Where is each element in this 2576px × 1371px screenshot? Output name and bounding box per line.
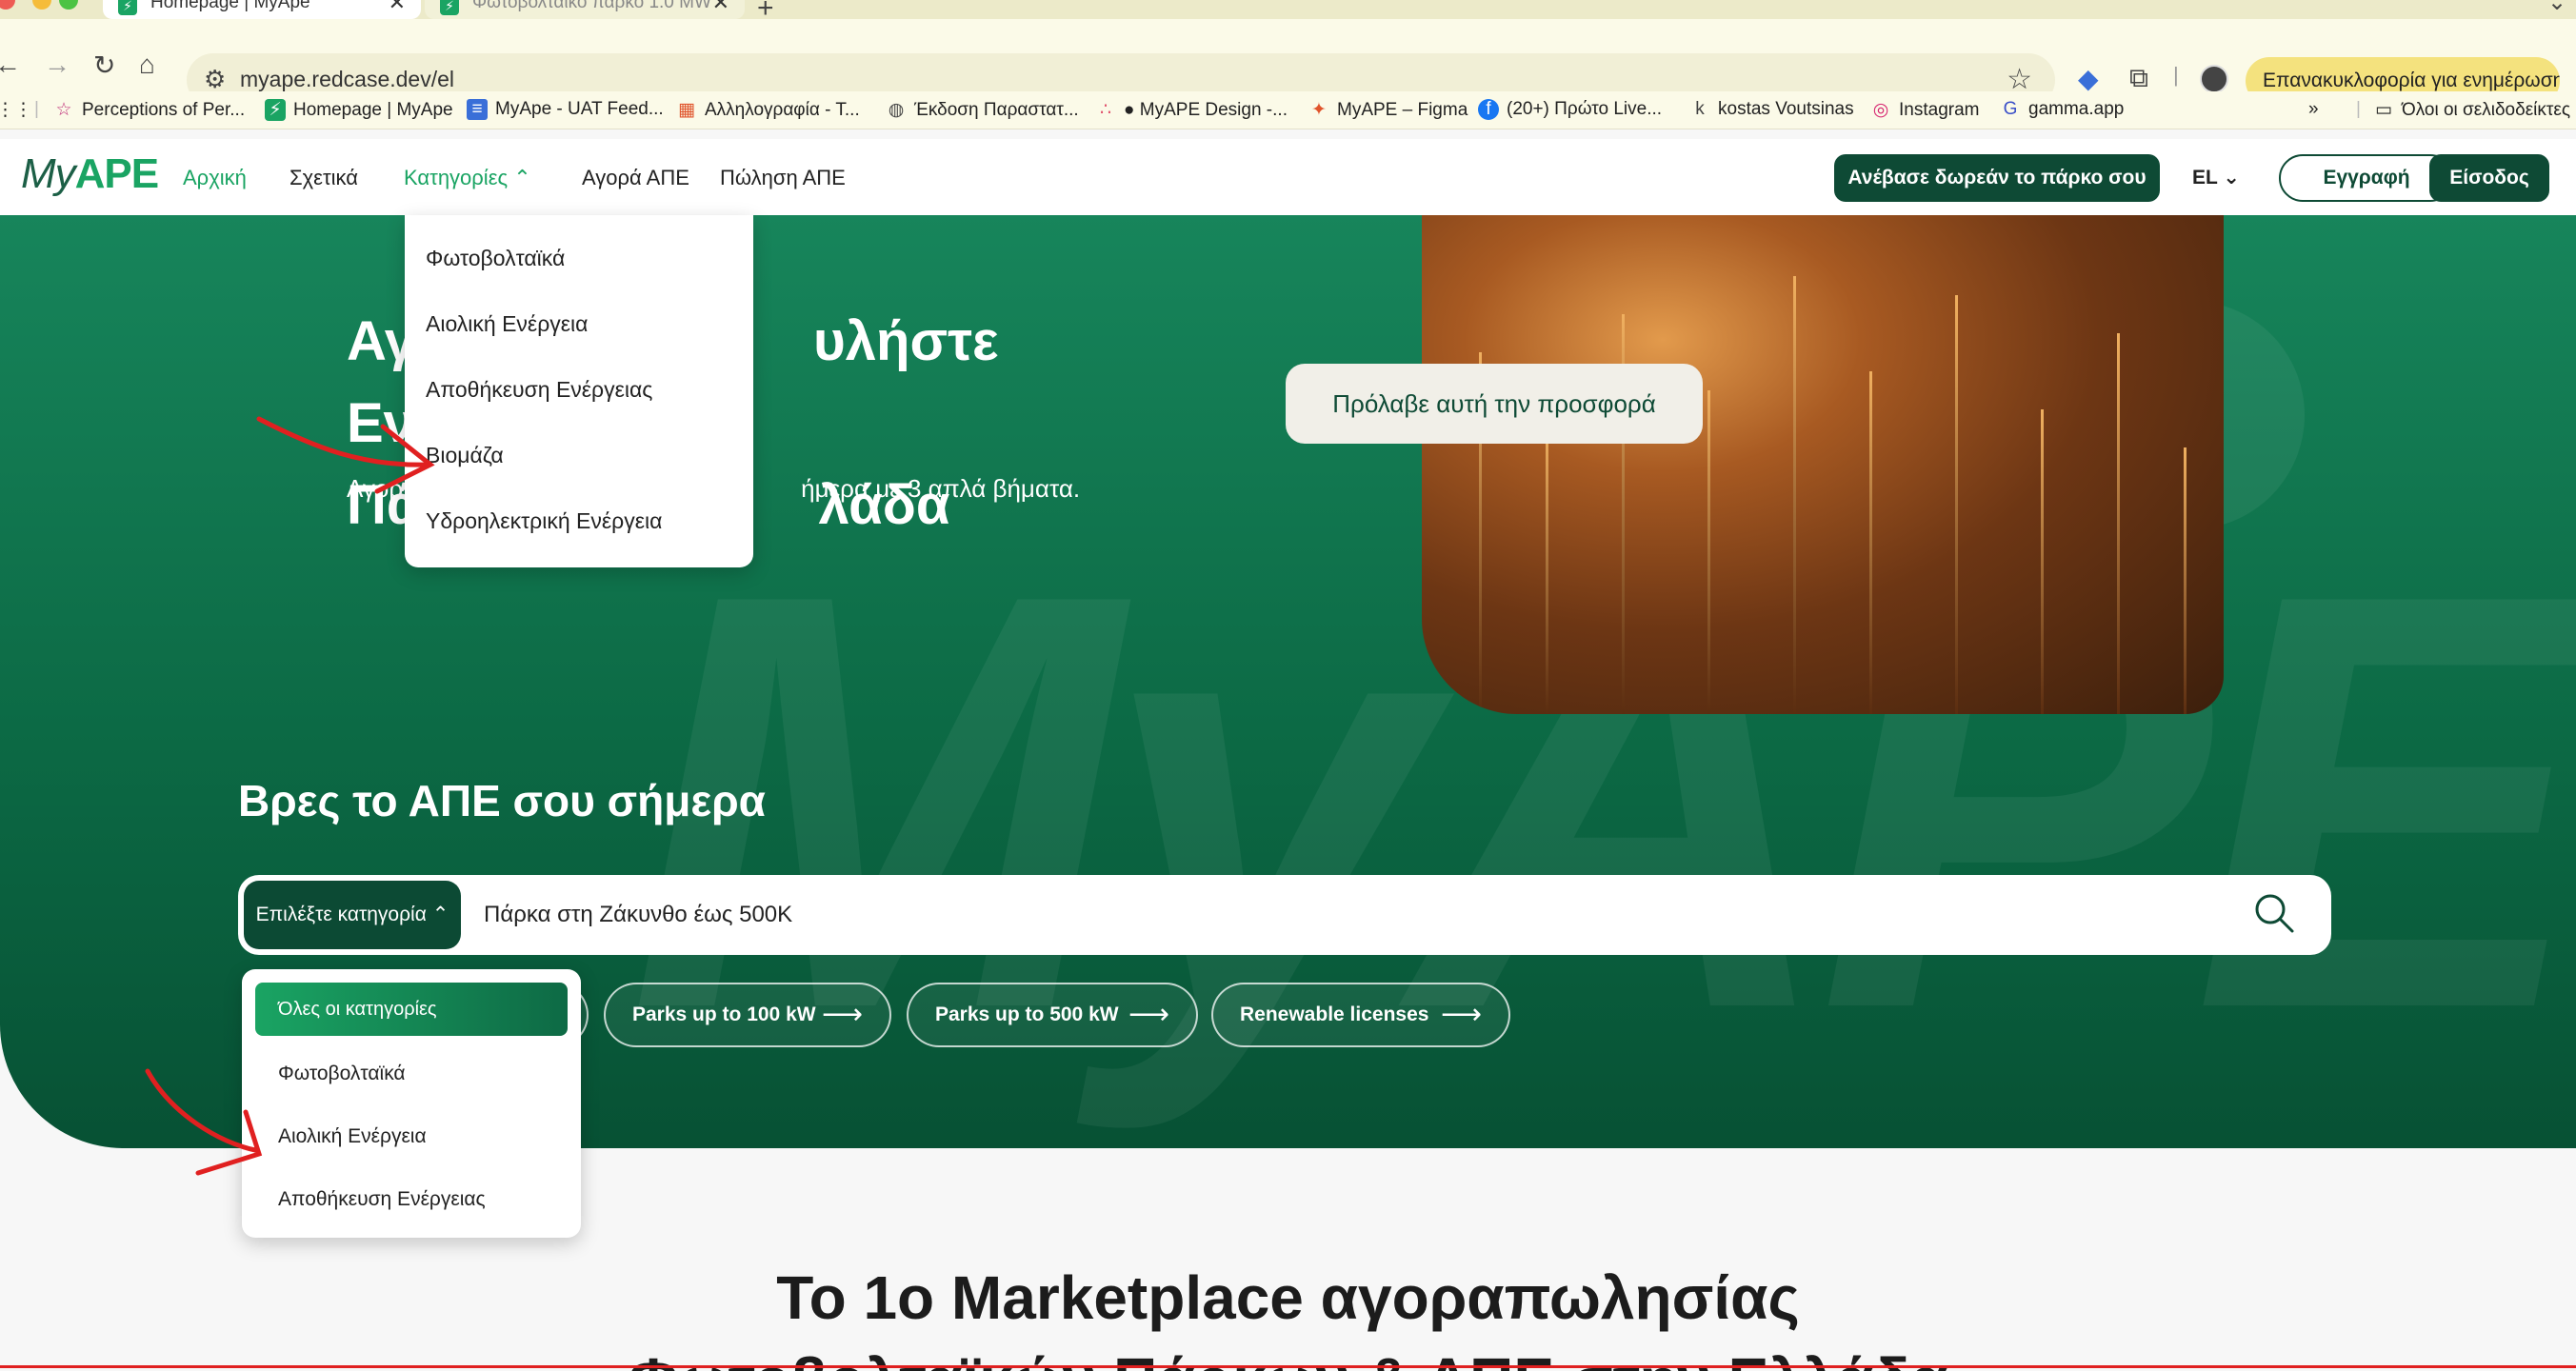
annotation-arrowhead	[374, 424, 435, 494]
annotation-red-line	[0, 1365, 2576, 1368]
marketplace-heading: Το 1ο Marketplace αγοραπωλησίας Φωτοβολτ…	[629, 1263, 1947, 1371]
annotation-arrows	[145, 416, 435, 1176]
annotation-arrow-wind	[145, 1068, 258, 1153]
